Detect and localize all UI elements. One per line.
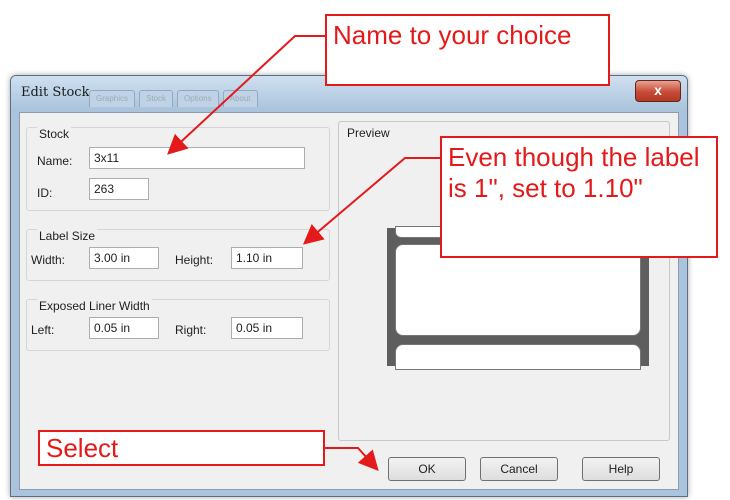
left-label: Left:	[31, 323, 55, 337]
height-callout: Even though the label is 1", set to 1.10…	[440, 136, 718, 258]
height-field[interactable]	[231, 247, 303, 269]
background-tab: About	[222, 90, 258, 107]
height-label: Height:	[175, 253, 214, 267]
name-field[interactable]	[89, 147, 305, 169]
cancel-button[interactable]: Cancel	[480, 457, 558, 481]
background-tab: Options	[177, 90, 219, 107]
name-label: Name:	[37, 154, 73, 168]
liner-width-legend: Exposed Liner Width	[37, 299, 152, 313]
label-preview-bottom	[395, 344, 641, 370]
stock-legend: Stock	[37, 127, 72, 141]
name-callout: Name to your choice	[325, 14, 610, 86]
left-field[interactable]	[89, 317, 159, 339]
id-label: ID:	[37, 186, 53, 200]
dialog-title: Edit Stock	[21, 85, 90, 100]
width-field[interactable]	[89, 247, 159, 269]
close-button[interactable]: x	[635, 80, 681, 102]
stock-group: Stock Name: ID:	[26, 127, 330, 211]
width-label: Width:	[31, 253, 66, 267]
right-label: Right:	[175, 323, 207, 337]
right-field[interactable]	[231, 317, 303, 339]
liner-width-group: Exposed Liner Width Left: Right:	[26, 299, 330, 351]
background-tab: Stock	[139, 90, 174, 107]
close-icon: x	[654, 82, 662, 98]
label-size-legend: Label Size	[37, 229, 98, 243]
id-field[interactable]	[89, 178, 149, 200]
preview-title: Preview	[347, 126, 390, 140]
help-button[interactable]: Help	[582, 457, 660, 481]
label-size-group: Label Size Width: Height:	[26, 229, 330, 281]
select-callout: Select	[38, 430, 325, 466]
ok-button[interactable]: OK	[388, 457, 466, 481]
background-tabs: Graphics Stock Options About	[89, 90, 258, 107]
background-tab: Graphics	[89, 90, 136, 107]
